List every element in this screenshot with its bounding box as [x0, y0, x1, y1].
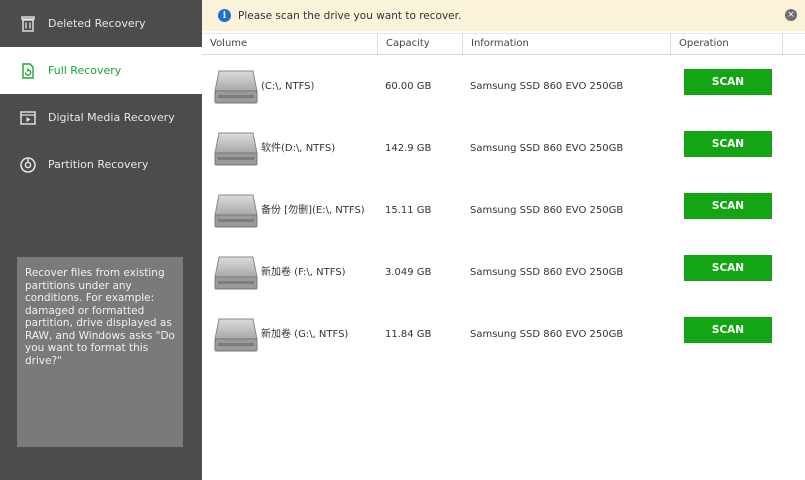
volume-information: Samsung SSD 860 EVO 250GB [470, 81, 624, 92]
volume-name: 新加卷 (F:\, NTFS) [261, 267, 346, 278]
column-header-capacity[interactable]: Capacity [378, 34, 463, 54]
hard-drive-icon [214, 318, 258, 352]
hard-drive-icon [214, 256, 258, 290]
table-row: 软件(D:\, NTFS) 142.9 GB Samsung SSD 860 E… [202, 118, 783, 180]
table-row: 新加卷 (F:\, NTFS) 3.049 GB Samsung SSD 860… [202, 242, 783, 304]
sidebar-item-label: Partition Recovery [48, 158, 149, 171]
sidebar-item-label: Deleted Recovery [48, 17, 146, 30]
table-row: 备份 [勿删](E:\, NTFS) 15.11 GB Samsung SSD … [202, 180, 783, 242]
main-panel: i Please scan the drive you want to reco… [202, 0, 805, 480]
volume-information: Samsung SSD 860 EVO 250GB [470, 143, 624, 154]
column-header-operation[interactable]: Operation [671, 34, 783, 54]
app-window: Deleted Recovery Full Recovery Digital M… [0, 0, 805, 480]
scan-button[interactable]: SCAN [684, 131, 772, 157]
hard-drive-icon [214, 70, 258, 104]
partition-icon [18, 155, 38, 175]
volume-capacity: 142.9 GB [385, 143, 432, 154]
volume-capacity: 15.11 GB [385, 205, 432, 216]
info-icon: i [218, 9, 231, 22]
volume-name: 软件(D:\, NTFS) [261, 143, 336, 154]
hard-drive-icon [214, 194, 258, 228]
trash-icon [18, 14, 38, 34]
sidebar-item-deleted-recovery[interactable]: Deleted Recovery [0, 0, 202, 47]
scan-button[interactable]: SCAN [684, 193, 772, 219]
notice-bar: i Please scan the drive you want to reco… [202, 0, 805, 31]
column-header-volume[interactable]: Volume [202, 34, 378, 54]
help-description: Recover files from existing partitions u… [17, 257, 183, 447]
table-header: Volume Capacity Information Operation [202, 33, 805, 55]
volume-capacity: 3.049 GB [385, 267, 432, 278]
close-icon[interactable]: × [785, 9, 797, 21]
scan-button[interactable]: SCAN [684, 317, 772, 343]
sidebar-item-full-recovery[interactable]: Full Recovery [0, 47, 202, 94]
table-row: 新加卷 (G:\, NTFS) 11.84 GB Samsung SSD 860… [202, 304, 783, 366]
volume-name: 新加卷 (G:\, NTFS) [261, 329, 349, 340]
hard-drive-icon [214, 132, 258, 166]
volume-capacity: 11.84 GB [385, 329, 432, 340]
refresh-icon [18, 61, 38, 81]
volume-name: (C:\, NTFS) [261, 81, 315, 92]
column-header-information[interactable]: Information [463, 34, 671, 54]
volume-information: Samsung SSD 860 EVO 250GB [470, 329, 624, 340]
volume-capacity: 60.00 GB [385, 81, 432, 92]
scan-button[interactable]: SCAN [684, 69, 772, 95]
notice-text: Please scan the drive you want to recove… [238, 9, 462, 22]
media-icon [18, 108, 38, 128]
sidebar-item-digital-media-recovery[interactable]: Digital Media Recovery [0, 94, 202, 141]
volume-information: Samsung SSD 860 EVO 250GB [470, 205, 624, 216]
sidebar-item-partition-recovery[interactable]: Partition Recovery [0, 141, 202, 188]
volume-name: 备份 [勿删](E:\, NTFS) [261, 205, 365, 216]
scan-button[interactable]: SCAN [684, 255, 772, 281]
table-row: (C:\, NTFS) 60.00 GB Samsung SSD 860 EVO… [202, 56, 783, 118]
sidebar-item-label: Digital Media Recovery [48, 111, 175, 124]
sidebar-item-label: Full Recovery [48, 64, 122, 77]
volume-information: Samsung SSD 860 EVO 250GB [470, 267, 624, 278]
sidebar: Deleted Recovery Full Recovery Digital M… [0, 0, 202, 480]
